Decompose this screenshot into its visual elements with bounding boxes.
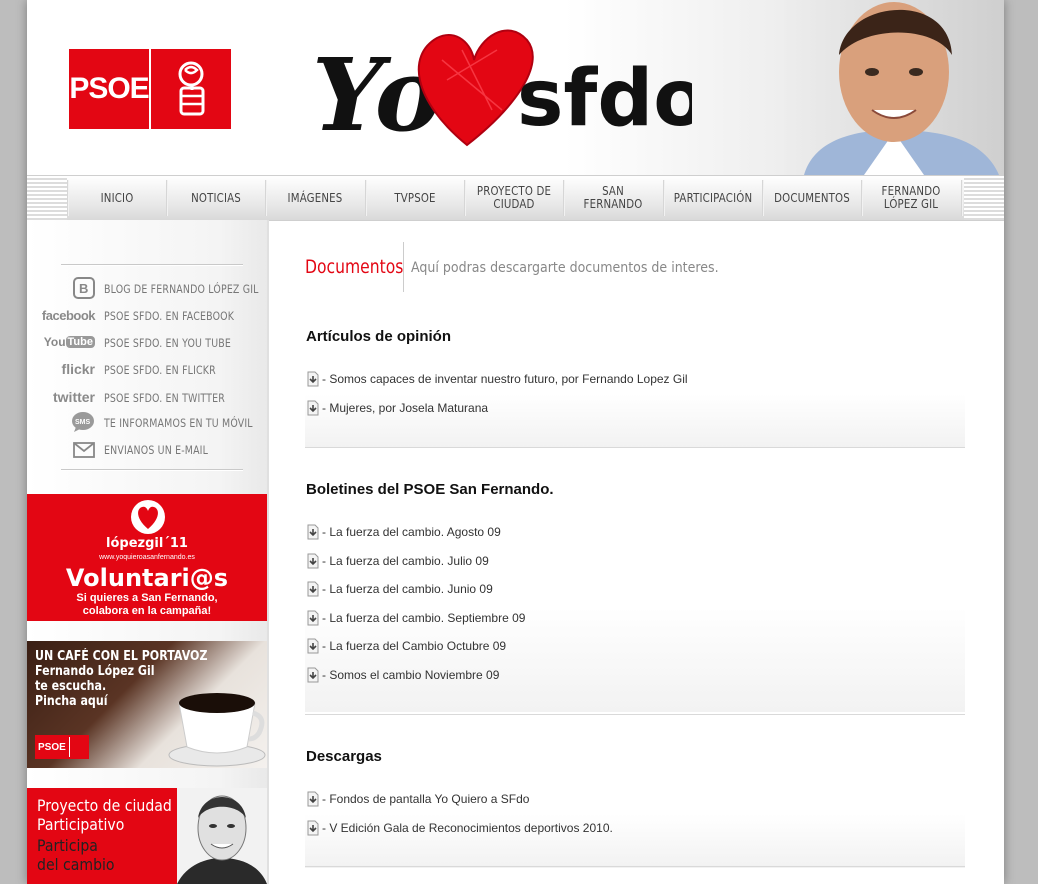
page-title: Documentos [305, 256, 404, 278]
download-icon [307, 791, 319, 807]
nav-item-fernando-lopez-gil[interactable]: FERNANDO LÓPEZ GIL [870, 180, 952, 216]
main-nav: INICIO NOTICIAS IMÁGENES TVPSOE PROYECTO… [27, 175, 1004, 221]
social-label: TE INFORMAMOS EN TU MÓVIL [104, 416, 253, 430]
nav-item-documentos[interactable]: DOCUMENTOS [771, 180, 853, 216]
cafe-line3: te escucha. [35, 679, 107, 694]
section-articulos: Artículos de opinión - Somos capaces de … [305, 328, 965, 448]
youtube-icon: You Tube [43, 335, 95, 349]
voluntarios-tag: lópezgil´11 [106, 536, 188, 551]
voluntarios-banner[interactable]: lópezgil´11 www.yoquieroasanfernando.es … [27, 494, 267, 621]
rose-fist-icon [151, 60, 231, 118]
svg-text:B: B [79, 281, 88, 296]
download-icon [307, 553, 319, 569]
download-icon [307, 610, 319, 626]
voluntarios-url: www.yoquieroasanfernando.es [99, 554, 195, 561]
sms-icon: SMS [71, 411, 95, 433]
header: PSOE Yo sfdo [27, 0, 1004, 175]
main-content: Documentos Aquí podras descargarte docum… [305, 220, 985, 884]
yo-quiero-sfdo-logo[interactable]: Yo sfdo [312, 20, 707, 160]
social-label: BLOG DE FERNANDO LÓPEZ GIL [104, 282, 259, 296]
cafe-psoe-logo: PSOE [35, 735, 89, 759]
nav-item-imagenes[interactable]: IMÁGENES [274, 180, 356, 216]
social-label: PSOE SFDO. EN FACEBOOK [104, 309, 235, 323]
proyecto-ciudad-banner[interactable]: Proyecto de ciudad Participativo Partici… [27, 788, 267, 884]
email-icon [71, 440, 95, 460]
social-link-twitter[interactable]: twitter PSOE SFDO. EN TWITTER [27, 386, 267, 410]
download-icon [307, 371, 319, 387]
social-link-sms[interactable]: SMS TE INFORMAMOS EN TU MÓVIL [27, 411, 267, 435]
download-icon [307, 638, 319, 654]
nav-item-inicio[interactable]: INICIO [76, 180, 158, 216]
voluntarios-line1: Si quieres a San Fernando, [76, 592, 218, 604]
download-icon [307, 820, 319, 836]
nav-item-participacion[interactable]: PARTICIPACIÓN [672, 180, 754, 216]
document-link[interactable]: - La fuerza del cambio. Junio 09 [306, 579, 493, 599]
document-link[interactable]: - V Edición Gala de Reconocimientos depo… [306, 818, 613, 838]
document-link[interactable]: - Somos capaces de inventar nuestro futu… [306, 369, 688, 389]
cafe-line2: Fernando López Gil [35, 664, 155, 679]
nav-item-san-fernando[interactable]: SAN FERNANDO [572, 180, 654, 216]
cafe-portavoz-banner[interactable]: UN CAFÉ CON EL PORTAVOZ Fernando López G… [27, 641, 267, 768]
social-label: ENVIANOS UN E-MAIL [104, 443, 209, 457]
cafe-line4: Pincha aquí [35, 694, 108, 709]
cafe-line1: UN CAFÉ CON EL PORTAVOZ [35, 649, 208, 664]
flickr-icon: flickr [61, 361, 95, 377]
social-label: PSOE SFDO. EN TWITTER [104, 391, 225, 405]
heart-icon [131, 500, 165, 534]
document-link[interactable]: - La fuerza del cambio. Julio 09 [306, 551, 489, 571]
proyecto-line3: Participa [37, 836, 98, 855]
voluntarios-line2: colabora en la campaña! [82, 605, 212, 617]
document-link[interactable]: - Fondos de pantalla Yo Quiero a SFdo [306, 789, 529, 809]
social-link-blog[interactable]: B BLOG DE FERNANDO LÓPEZ GIL [27, 277, 267, 301]
blogger-icon: B [71, 277, 95, 299]
social-link-facebook[interactable]: facebook PSOE SFDO. EN FACEBOOK [27, 304, 267, 328]
psoe-logo[interactable]: PSOE [69, 49, 231, 129]
download-icon [307, 581, 319, 597]
nav-item-tvpsoe[interactable]: TVPSOE [374, 180, 456, 216]
social-label: PSOE SFDO. EN YOU TUBE [104, 336, 232, 350]
coffee-cup-icon [168, 693, 266, 767]
svg-text:SMS: SMS [75, 419, 91, 426]
document-link[interactable]: - La fuerza del Cambio Octubre 09 [306, 636, 506, 656]
section-title: Boletines del PSOE San Fernando. [306, 481, 554, 498]
social-link-youtube[interactable]: You Tube PSOE SFDO. EN YOU TUBE [27, 331, 267, 355]
section-descargas: Descargas - Fondos de pantalla Yo Quiero… [305, 748, 965, 868]
social-link-email[interactable]: ENVIANOS UN E-MAIL [27, 438, 267, 462]
document-link[interactable]: - La fuerza del cambio. Septiembre 09 [306, 608, 525, 628]
proyecto-line4: del cambio [37, 855, 115, 874]
candidate-portrait [784, 0, 1004, 175]
download-icon [307, 667, 319, 683]
document-link[interactable]: - Mujeres, por Josela Maturana [306, 398, 488, 418]
candidate-photo [177, 788, 267, 884]
psoe-logo-text: PSOE [69, 72, 149, 105]
nav-item-noticias[interactable]: NOTICIAS [175, 180, 257, 216]
social-link-flickr[interactable]: flickr PSOE SFDO. EN FLICKR [27, 358, 267, 382]
section-title: Artículos de opinión [306, 328, 451, 345]
page-subtitle: Aquí podras descargarte documentos de in… [411, 260, 719, 276]
section-title: Descargas [306, 748, 382, 765]
download-icon [307, 400, 319, 416]
brand-right-text: sfdo [517, 54, 692, 144]
download-icon [307, 524, 319, 540]
sidebar: B BLOG DE FERNANDO LÓPEZ GIL facebook PS… [27, 220, 269, 884]
section-boletines: Boletines del PSOE San Fernando. - La fu… [305, 481, 965, 712]
proyecto-line1: Proyecto de ciudad [37, 796, 172, 815]
facebook-icon: facebook [41, 307, 96, 323]
twitter-icon: twitter [53, 389, 95, 405]
document-link[interactable]: - La fuerza del cambio. Agosto 09 [306, 522, 501, 542]
document-link[interactable]: - Somos el cambio Noviembre 09 [306, 665, 499, 685]
nav-item-proyecto-de-ciudad[interactable]: PROYECTO DE CIUDAD [473, 180, 555, 216]
page: PSOE Yo sfdo INICIO NOTICIAS IMÁGENES TV… [27, 0, 1004, 884]
social-label: PSOE SFDO. EN FLICKR [104, 363, 216, 377]
proyecto-line2: Participativo [37, 815, 125, 834]
voluntarios-title: Voluntari@s [65, 564, 229, 592]
